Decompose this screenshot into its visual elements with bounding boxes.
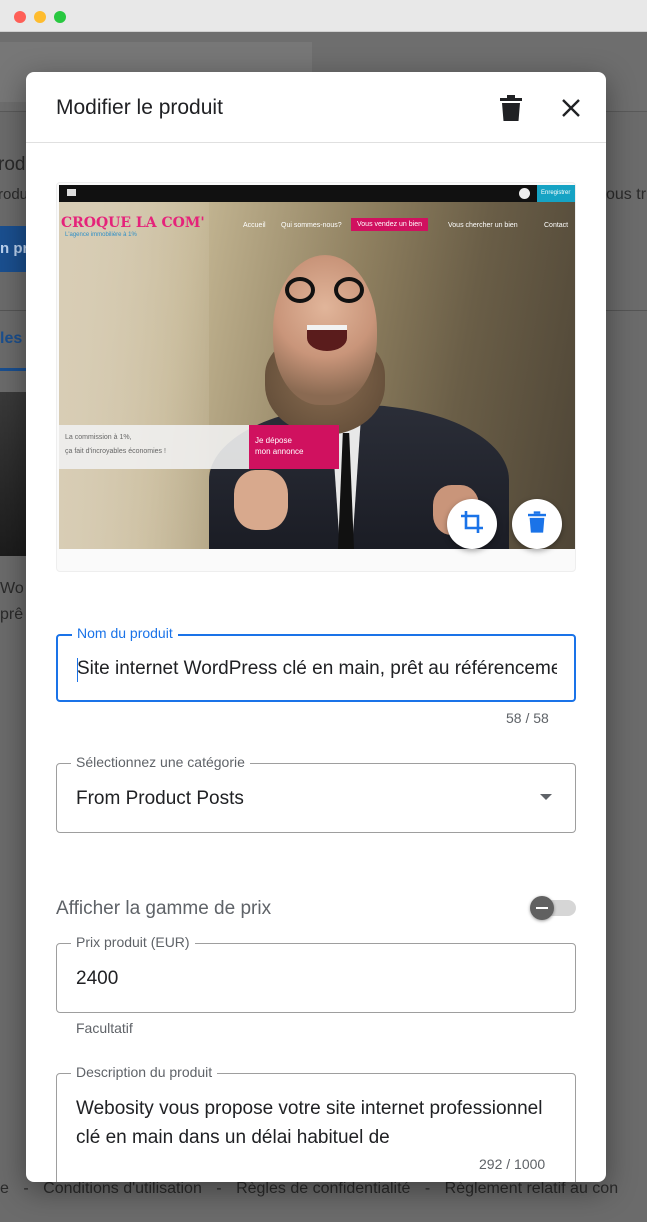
price-range-label: Afficher la gamme de prix [56,898,272,919]
product-name-field[interactable]: Nom du produit Site internet WordPress c… [56,625,576,702]
background-heading: rod [0,154,26,175]
footer-item: e [0,1180,9,1197]
background-right-text: ous tr [606,186,647,203]
footer-separator: - [424,1180,431,1197]
category-select[interactable]: Sélectionnez une catégorie From Product … [56,754,576,833]
description-label: Description du produit [71,1064,218,1080]
background-tab: les [0,330,23,347]
site-nav-item: Accueil [243,222,266,229]
promo-cta-line: Je dépose [255,436,292,445]
product-name-label: Nom du produit [72,625,178,641]
background-card-title: Wo [0,580,24,597]
close-icon[interactable] [557,94,585,122]
crop-button[interactable] [447,499,497,549]
price-helper-text: Facultatif [76,1020,133,1036]
site-tagline: L'agence immobilière à 1% [65,232,137,238]
image-glasses-left [285,277,315,303]
delete-image-button[interactable] [512,499,562,549]
price-label: Prix produit (EUR) [71,934,195,950]
user-icon [519,188,530,199]
product-image: Enregistrer CROQUE LA COM' L'agence immo… [59,185,575,549]
toggle-knob[interactable] [530,896,554,920]
background-tab-indicator [0,368,26,371]
edit-product-dialog: Modifier le produit Enregistrer CROQUE L… [26,72,606,1182]
site-topbar: Enregistrer [59,185,575,202]
crop-icon [460,510,484,539]
promo-line: ça fait d'incroyables économies ! [65,448,166,455]
category-label: Sélectionnez une catégorie [71,754,250,770]
image-fist-left [234,470,288,530]
dialog-header: Modifier le produit [26,72,606,143]
image-wall [59,202,209,549]
description-field[interactable]: Description du produit Webosity vous pro… [56,1064,576,1182]
image-glasses-right [334,277,364,303]
site-logo: CROQUE LA COM' [61,215,205,231]
site-nav-item: Qui sommes-nous? [281,222,342,229]
background-footer: e - Conditions d'utilisation - Règles de… [0,1180,647,1198]
footer-link-regulation: Règlement relatif au con [444,1180,619,1197]
promo-cta-line: mon annonce [255,447,304,456]
window-minimize-button[interactable] [34,11,46,23]
background-card-subtitle: prê [0,606,24,623]
promo-line: La commission à 1%, [65,434,132,441]
dialog-title: Modifier le produit [56,96,223,119]
category-value: From Product Posts [76,788,244,809]
footer-link-privacy: Règles de confidentialité [236,1180,411,1197]
description-counter: 292 / 1000 [479,1156,546,1172]
site-nav-item: Vous vendez un bien [351,218,428,231]
trash-icon[interactable] [497,94,525,122]
product-name-input[interactable]: Site internet WordPress clé en main, prê… [77,658,557,680]
chevron-down-icon [540,794,552,800]
description-textarea[interactable]: Webosity vous propose votre site interne… [76,1094,556,1152]
window-titlebar [0,0,647,32]
mail-icon [67,189,76,196]
image-mouth [307,325,347,351]
price-field[interactable]: Prix produit (EUR) 2400 [56,934,576,1013]
background-button: n pr [0,226,26,272]
product-image-preview: Enregistrer CROQUE LA COM' L'agence immo… [56,182,576,572]
site-promo: La commission à 1%, ça fait d'incroyable… [59,425,249,469]
footer-separator: - [216,1180,222,1197]
background-subtext: rodu [0,186,29,203]
window-close-button[interactable] [14,11,26,23]
footer-separator: - [23,1180,29,1197]
site-nav-item: Contact [544,222,569,229]
footer-link-terms: Conditions d'utilisation [43,1180,202,1197]
window-maximize-button[interactable] [54,11,66,23]
site-cta: Enregistrer [537,185,575,202]
site-nav-item: Vous chercher un bien [448,222,518,229]
price-input[interactable]: 2400 [76,968,118,990]
product-name-counter: 58 / 58 [506,710,549,726]
background-card-thumbnail [0,392,26,556]
trash-icon [528,510,546,538]
site-promo-cta: Je dépose mon annonce [249,425,339,469]
